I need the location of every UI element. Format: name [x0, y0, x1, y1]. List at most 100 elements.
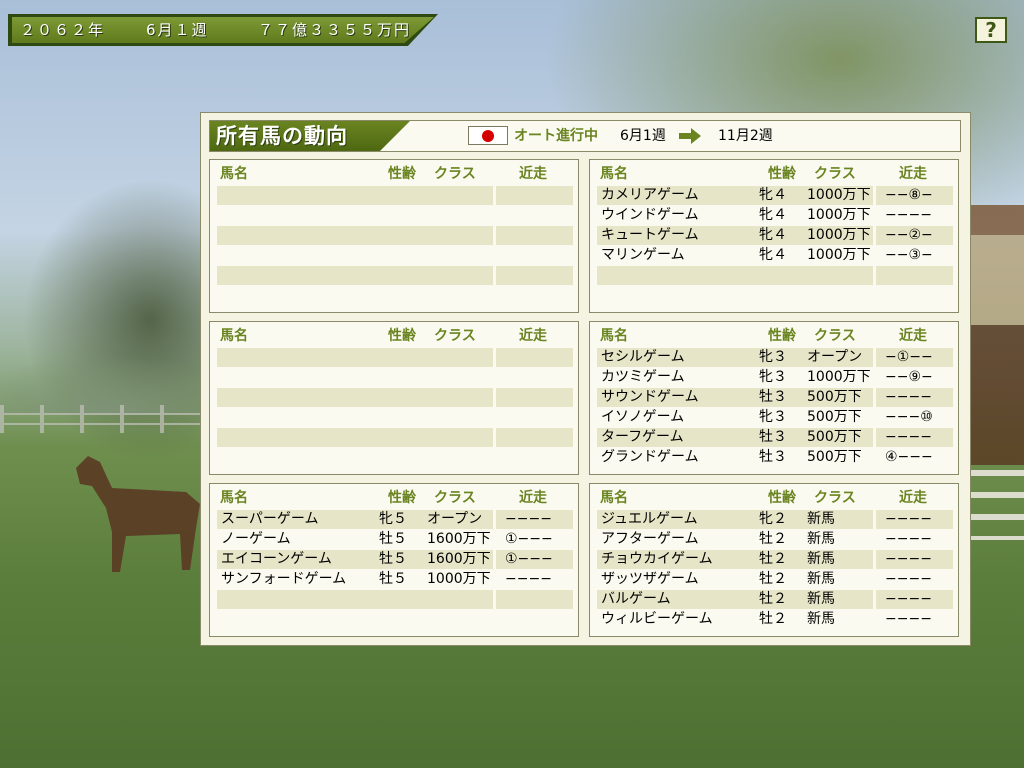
horse-recent: −−⑨−	[885, 369, 933, 385]
column-header-class: クラス	[434, 328, 476, 344]
horse-row[interactable]: スーパーゲーム 牝５ オープン −−−−	[217, 510, 573, 530]
column-header-class: クラス	[434, 490, 476, 506]
auto-progress-label: オート進行中	[514, 128, 598, 144]
horse-class: 500万下	[807, 429, 862, 445]
horse-row[interactable]: マリンゲーム 牝４ 1000万下 −−③−	[597, 246, 953, 266]
horse-name: エイコーンゲーム	[221, 551, 332, 567]
horse-recent: −−−−	[885, 551, 932, 567]
panel-title: 所有馬の動向	[216, 124, 348, 148]
horse-row[interactable]: キュートゲーム 牝４ 1000万下 −−②−	[597, 226, 953, 246]
column-header-recent: 近走	[519, 328, 547, 344]
horse-row[interactable]: サウンドゲーム 牡３ 500万下 −−−−	[597, 388, 953, 408]
horse-class: 1000万下	[807, 187, 871, 203]
horse-name: ジュエルゲーム	[601, 511, 698, 527]
horse-recent: −−−⑩	[885, 409, 933, 425]
empty-row	[217, 408, 573, 428]
horse-class: オープン	[427, 511, 483, 527]
horse-row[interactable]: セシルゲーム 牝３ オープン −①−−	[597, 348, 953, 368]
horse-recent: −−−−	[885, 531, 932, 547]
horse-row[interactable]: エイコーンゲーム 牡５ 1600万下 ①−−−	[217, 550, 573, 570]
horse-row[interactable]: ウィルビーゲーム 牡２ 新馬 −−−−	[597, 610, 953, 630]
help-button[interactable]: ?	[975, 17, 1007, 43]
horse-row[interactable]: イソノゲーム 牝３ 500万下 −−−⑩	[597, 408, 953, 428]
horse-class: 500万下	[807, 449, 862, 465]
column-header-name: 馬名	[600, 490, 628, 506]
horse-sexage: 牝４	[759, 207, 787, 223]
column-header-name: 馬名	[600, 328, 628, 344]
background-barn	[962, 205, 1024, 465]
empty-row	[217, 186, 573, 206]
empty-row	[217, 206, 573, 226]
horse-sexage: 牡５	[379, 551, 407, 567]
title-banner: 所有馬の動向	[210, 121, 410, 151]
horse-class: 1000万下	[807, 227, 871, 243]
horse-class: 1600万下	[427, 531, 491, 547]
column-header-name: 馬名	[220, 490, 248, 506]
horse-sexage: 牝３	[759, 349, 787, 365]
column-header-class: クラス	[814, 166, 856, 182]
horse-sexage: 牝５	[379, 511, 407, 527]
horse-class: オープン	[807, 349, 863, 365]
horse-recent: −−−−	[885, 511, 932, 527]
stable-box: 馬名 性齢 クラス 近走 セシルゲーム 牝３ オープン −①−− カツミゲーム 牝３ 1000万下 −…	[589, 321, 959, 475]
horse-row[interactable]: チョウカイゲーム 牡２ 新馬 −−−−	[597, 550, 953, 570]
column-header-sexage: 性齢	[388, 328, 416, 344]
horse-class: 新馬	[807, 571, 835, 587]
column-header-sexage: 性齢	[768, 490, 796, 506]
horse-class: 1000万下	[807, 247, 871, 263]
horse-row[interactable]: ジュエルゲーム 牝２ 新馬 −−−−	[597, 510, 953, 530]
horse-class: 500万下	[807, 389, 862, 405]
horse-row[interactable]: ターフゲーム 牡３ 500万下 −−−−	[597, 428, 953, 448]
horse-recent: ①−−−	[505, 551, 553, 567]
horse-sexage: 牝４	[759, 227, 787, 243]
column-header-recent: 近走	[519, 166, 547, 182]
horse-row[interactable]: バルゲーム 牡２ 新馬 −−−−	[597, 590, 953, 610]
horse-row[interactable]: ウインドゲーム 牝４ 1000万下 −−−−	[597, 206, 953, 226]
horse-sexage: 牡２	[759, 551, 787, 567]
empty-row	[217, 246, 573, 266]
horse-row[interactable]: カメリアゲーム 牝４ 1000万下 −−⑧−	[597, 186, 953, 206]
horse-class: 新馬	[807, 531, 835, 547]
horse-sexage: 牡３	[759, 449, 787, 465]
horse-row[interactable]: カツミゲーム 牝３ 1000万下 −−⑨−	[597, 368, 953, 388]
current-week: 6月１週	[146, 21, 209, 39]
background-fence	[0, 405, 210, 433]
horse-name: ノーゲーム	[221, 531, 291, 547]
horse-name: ターフゲーム	[601, 429, 684, 445]
horse-recent: −−③−	[885, 247, 933, 263]
to-week: 11月2週	[718, 128, 773, 144]
horse-recent: ①−−−	[505, 531, 553, 547]
horse-recent: −−−−	[885, 591, 932, 607]
column-header-class: クラス	[434, 166, 476, 182]
empty-row	[217, 266, 573, 286]
stable-box: 馬名 性齢 クラス 近走 カメリアゲーム 牝４ 1000万下 −−⑧− ウインドゲーム 牝４ 100…	[589, 159, 959, 313]
horse-row[interactable]: グランドゲーム 牡３ 500万下 ④−−−	[597, 448, 953, 468]
horse-class: 500万下	[807, 409, 862, 425]
horse-name: グランドゲーム	[601, 449, 699, 465]
column-header-class: クラス	[814, 490, 856, 506]
empty-row	[597, 286, 953, 306]
horse-sexage: 牡３	[759, 389, 787, 405]
empty-row	[217, 368, 573, 388]
horse-sexage: 牡２	[759, 611, 787, 627]
horse-row[interactable]: ザッツザゲーム 牡２ 新馬 −−−−	[597, 570, 953, 590]
horse-sexage: 牡５	[379, 531, 407, 547]
horse-row[interactable]: サンフォードゲーム 牡５ 1000万下 −−−−	[217, 570, 573, 590]
horse-row[interactable]: アフターゲーム 牡２ 新馬 −−−−	[597, 530, 953, 550]
horse-name: サンフォードゲーム	[221, 571, 347, 587]
horse-recent: −−−−	[885, 389, 932, 405]
horse-row[interactable]: ノーゲーム 牡５ 1600万下 ①−−−	[217, 530, 573, 550]
column-header-class: クラス	[814, 328, 856, 344]
horse-sexage: 牡５	[379, 571, 407, 587]
stable-box: 馬名 性齢 クラス 近走 スーパーゲーム 牝５ オープン −−−− ノーゲーム 牡５ 1600万下 ①…	[209, 483, 579, 637]
horse-name: ウィルビーゲーム	[601, 611, 713, 627]
horse-class: 1600万下	[427, 551, 491, 567]
horse-sexage: 牝３	[759, 369, 787, 385]
horse-class: 新馬	[807, 511, 835, 527]
horse-class: 新馬	[807, 591, 835, 607]
horse-name: イソノゲーム	[601, 409, 685, 425]
empty-row	[217, 448, 573, 468]
horse-name: カツミゲーム	[601, 369, 685, 385]
owned-horses-panel: 所有馬の動向 オート進行中 6月1週 11月2週 馬名 性齢 クラス 近走 馬名 性齢 クラ…	[200, 112, 971, 646]
horse-name: バルゲーム	[601, 591, 671, 607]
